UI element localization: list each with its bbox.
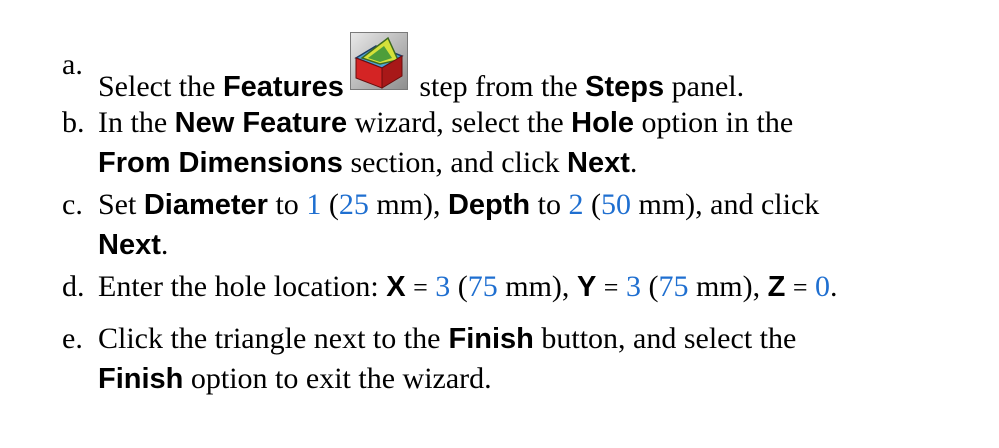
step-text: Enter the hole location: X = 3 (75 mm), …	[98, 268, 993, 308]
text: panel.	[671, 70, 745, 103]
text: mm),	[505, 270, 570, 303]
ui-term-hole: Hole	[571, 107, 634, 139]
ui-term-next: Next	[567, 147, 630, 179]
step-line: Set Diameter to 1 (25 mm), Depth to 2 (5…	[98, 186, 993, 226]
text: to	[537, 188, 561, 221]
value-z: 0	[815, 270, 831, 303]
ui-term-new-feature: New Feature	[174, 107, 348, 139]
value-depth-mm: 50	[601, 188, 631, 221]
value-diameter-mm: 25	[338, 188, 369, 221]
ui-term-finish: Finish	[440, 323, 534, 355]
value-depth-in: 2	[568, 188, 584, 221]
ui-term-z: Z	[767, 271, 786, 303]
step-marker: c.	[62, 188, 83, 221]
step-marker: b.	[62, 106, 85, 139]
step-line: Enter the hole location: X = 3 (75 mm), …	[98, 268, 993, 308]
ui-term-finish: Finish	[98, 363, 184, 395]
step-text: In the New Feature wizard, select the Ho…	[98, 104, 993, 184]
text: .	[629, 146, 638, 179]
text: .	[830, 270, 838, 303]
text: step from the	[419, 70, 578, 103]
text: mm),	[376, 188, 441, 221]
text: mm),	[695, 270, 761, 303]
ui-term-steps: Steps	[585, 71, 665, 103]
equals-sign: =	[792, 273, 808, 302]
text: mm), and click	[638, 188, 820, 221]
step-line: Select the Features step from the Steps …	[98, 32, 993, 103]
ui-term-depth: Depth	[447, 189, 531, 221]
ui-term-diameter: Diameter	[143, 189, 268, 221]
step-line: Next.	[98, 226, 993, 266]
ui-term-y: Y	[576, 271, 597, 303]
text: to	[275, 188, 299, 221]
text: option in the	[641, 106, 794, 139]
step-line: Finish option to exit the wizard.	[98, 360, 993, 400]
value-x-mm: 75	[467, 270, 498, 303]
text: wizard, select the	[354, 106, 564, 139]
text: Enter the hole location:	[98, 270, 379, 303]
step-text: Select the Features step from the Steps …	[98, 32, 993, 103]
text: .	[160, 228, 169, 261]
step-marker: d.	[62, 270, 85, 303]
text: Click the triangle next to the	[98, 322, 441, 355]
text: (	[648, 270, 659, 303]
text: Set	[98, 188, 137, 221]
step-line: From Dimensions section, and click Next.	[98, 144, 993, 184]
value-diameter-in: 1	[306, 188, 322, 221]
step-text: Click the triangle next to the Finish bu…	[98, 320, 993, 400]
step-marker: a.	[62, 48, 83, 81]
features-step-icon	[349, 32, 408, 90]
text: button, and select the	[533, 322, 797, 355]
value-y-in: 3	[625, 270, 641, 303]
value-x-in: 3	[435, 270, 451, 303]
step-text: Set Diameter to 1 (25 mm), Depth to 2 (5…	[98, 186, 993, 266]
step-line: Click the triangle next to the Finish bu…	[98, 320, 993, 360]
ui-term-x: X	[386, 271, 406, 303]
ui-term-features: Features	[222, 71, 344, 103]
text: Select the	[98, 70, 216, 103]
ui-term-next: Next	[98, 229, 161, 261]
text: (	[457, 270, 468, 303]
ui-term-from-dimensions: From Dimensions	[98, 147, 343, 179]
text: option to exit the wizard.	[183, 362, 492, 395]
step-marker: e.	[62, 322, 83, 355]
text: In the	[98, 106, 168, 139]
value-y-mm: 75	[658, 270, 689, 303]
step-line: In the New Feature wizard, select the Ho…	[98, 104, 993, 144]
equals-sign: =	[413, 273, 428, 302]
equals-sign: =	[603, 273, 619, 302]
text: (	[328, 188, 339, 221]
text: section, and click	[350, 146, 560, 179]
text: (	[591, 188, 601, 221]
instruction-document: a. Select the Features step from the Ste…	[0, 0, 999, 448]
